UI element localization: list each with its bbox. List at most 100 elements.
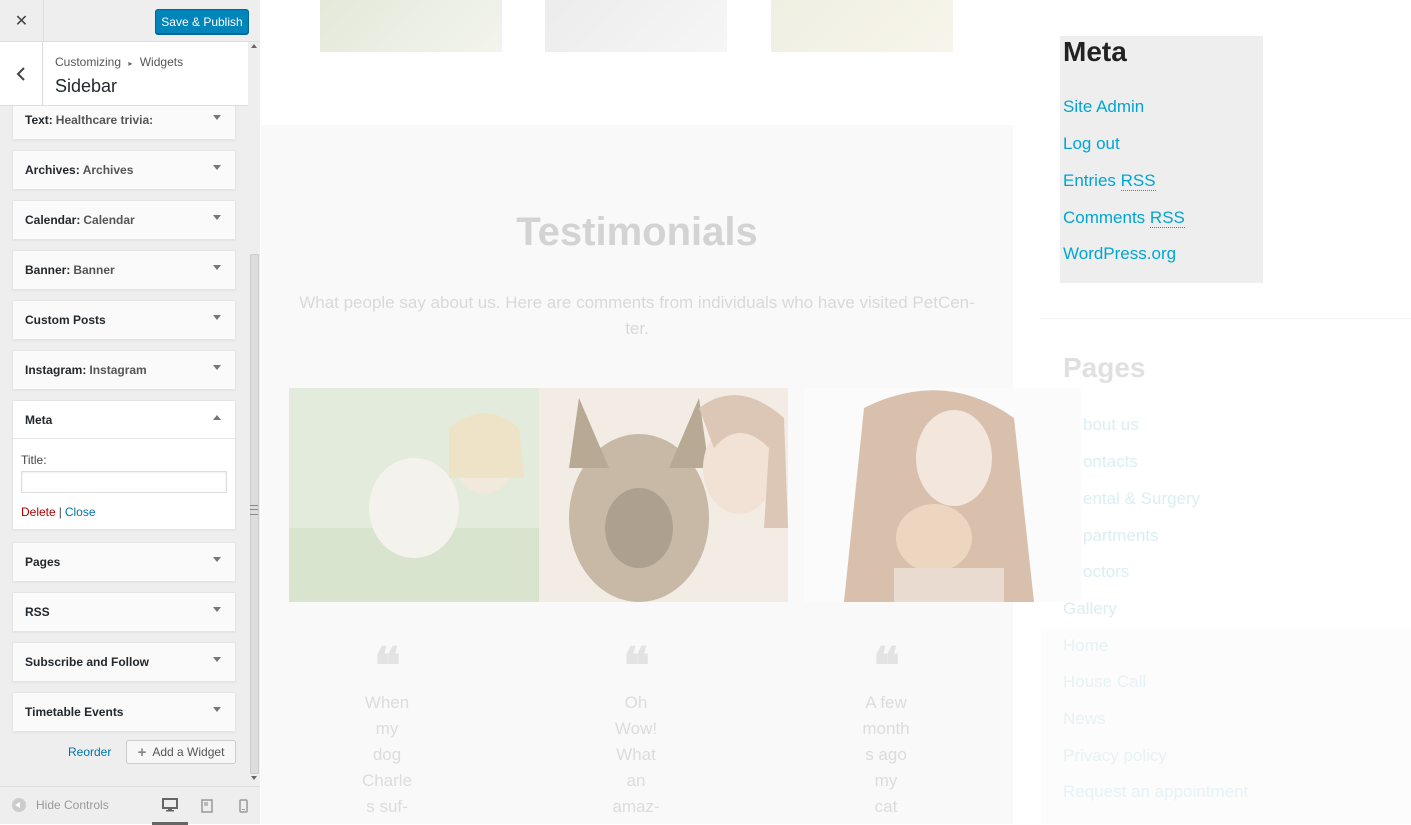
widget-type: RSS	[25, 605, 50, 619]
comments-rss-link[interactable]: Comments RSS	[1063, 208, 1185, 228]
page-link[interactable]: News	[1063, 709, 1106, 729]
hide-controls-label: Hide Controls	[36, 798, 109, 812]
testimonial-photo-dog	[289, 388, 539, 602]
resize-handle[interactable]	[250, 505, 258, 515]
widget-header[interactable]: Text: Healthcare trivia:	[13, 106, 235, 139]
wordpress-org-link[interactable]: WordPress.org	[1063, 244, 1176, 264]
page-link[interactable]: Privacy policy	[1063, 746, 1167, 766]
scroll-down-arrow-icon[interactable]	[251, 776, 257, 780]
customizer-panel: ✕ Save & Publish Customizing ▸ Widgets S…	[0, 0, 261, 825]
scroll-up-arrow-icon[interactable]	[251, 44, 257, 48]
gallery-image	[545, 0, 727, 52]
gallery-image	[771, 0, 953, 52]
widget-instagram[interactable]: Instagram: Instagram	[12, 350, 236, 390]
page-link[interactable]: partments	[1083, 526, 1159, 546]
page-link[interactable]: Request an appointment	[1063, 782, 1248, 802]
widget-text[interactable]: Text: Healthcare trivia:	[12, 106, 236, 140]
collapse-arrow-icon	[12, 798, 26, 812]
close-customizer-button[interactable]: ✕	[0, 0, 44, 42]
add-widget-label: Add a Widget	[152, 745, 225, 759]
breadcrumb-separator: ▸	[128, 59, 133, 68]
page-link[interactable]: octors	[1083, 562, 1129, 582]
save-publish-button[interactable]: Save & Publish	[155, 9, 249, 34]
caret-down-icon[interactable]	[213, 557, 221, 562]
widget-subscribe-follow[interactable]: Subscribe and Follow	[12, 642, 236, 682]
breadcrumb: Customizing ▸ Widgets	[55, 55, 183, 69]
testimonial-excerpt: Oh Wow! What an amaz-	[612, 693, 660, 816]
caret-down-icon[interactable]	[213, 115, 221, 120]
close-link[interactable]: Close	[65, 505, 96, 519]
page-link[interactable]: bout us	[1083, 415, 1139, 435]
widget-title: Instagram	[89, 363, 147, 377]
widget-meta[interactable]: Meta Title: Delete | Close	[12, 400, 236, 530]
caret-down-icon[interactable]	[213, 365, 221, 370]
testimonial-photo-cat	[804, 388, 1081, 602]
caret-up-icon[interactable]	[213, 415, 221, 420]
widget-header[interactable]: Banner: Banner	[13, 251, 235, 289]
title-input[interactable]	[21, 471, 227, 493]
reorder-link[interactable]: Reorder	[68, 745, 111, 759]
widget-timetable-events[interactable]: Timetable Events	[12, 692, 236, 732]
action-separator: |	[58, 505, 62, 519]
customizer-footer: Hide Controls	[0, 786, 261, 825]
pages-title: Pages	[1063, 352, 1146, 383]
breadcrumb-root: Customizing	[55, 55, 122, 69]
widget-header[interactable]: Timetable Events	[13, 693, 235, 731]
widget-header[interactable]: Calendar: Calendar	[13, 201, 235, 239]
page-link[interactable]: ontacts	[1083, 452, 1138, 472]
widget-pages[interactable]: Pages	[12, 542, 236, 582]
widget-header[interactable]: Subscribe and Follow	[13, 643, 235, 681]
widget-header[interactable]: Instagram: Instagram	[13, 351, 235, 389]
widget-custom-posts[interactable]: Custom Posts	[12, 300, 236, 340]
widget-header[interactable]: Pages	[13, 543, 235, 581]
caret-down-icon[interactable]	[213, 215, 221, 220]
customizer-header: ✕ Save & Publish	[0, 0, 260, 42]
hide-controls-button[interactable]: Hide Controls	[12, 798, 109, 812]
widget-type: Subscribe and Follow	[25, 655, 150, 669]
page-link[interactable]: ental & Surgery	[1083, 489, 1200, 509]
delete-link[interactable]: Delete	[21, 505, 56, 519]
widget-header[interactable]: Meta	[13, 401, 235, 439]
widget-header[interactable]: RSS	[13, 593, 235, 631]
site-preview[interactable]: Testimonials What people say about us. H…	[261, 0, 1411, 824]
widget-type: Instagram	[25, 363, 83, 377]
widget-title: Calendar	[83, 213, 135, 227]
widget-header[interactable]: Custom Posts	[13, 301, 235, 339]
widget-calendar[interactable]: Calendar: Calendar	[12, 200, 236, 240]
widget-rss[interactable]: RSS	[12, 592, 236, 632]
widget-banner[interactable]: Banner: Banner	[12, 250, 236, 290]
entries-rss-link[interactable]: Entries RSS	[1063, 171, 1156, 191]
caret-down-icon[interactable]	[213, 607, 221, 612]
widget-archives[interactable]: Archives: Archives	[12, 150, 236, 190]
widget-title: Archives	[82, 163, 134, 177]
widget-title: Banner	[73, 263, 115, 277]
site-admin-link[interactable]: Site Admin	[1063, 97, 1144, 117]
log-out-link[interactable]: Log out	[1063, 134, 1120, 154]
page-link[interactable]: House Call	[1063, 672, 1146, 692]
preview-tablet-button[interactable]	[189, 787, 225, 825]
widget-type: Archives	[25, 163, 76, 177]
page-link[interactable]: Home	[1063, 636, 1108, 656]
widget-type: Text	[25, 113, 49, 127]
testimonial-excerpt: A few month s ago my cat	[862, 693, 910, 816]
preview-desktop-button[interactable]	[152, 787, 188, 825]
caret-down-icon[interactable]	[213, 165, 221, 170]
widget-header[interactable]: Archives: Archives	[13, 151, 235, 189]
widget-title: Healthcare trivia:	[55, 113, 154, 127]
gallery-image	[320, 0, 502, 52]
preview-mobile-button[interactable]	[225, 787, 261, 825]
caret-down-icon[interactable]	[213, 265, 221, 270]
widget-type: Custom Posts	[25, 313, 106, 327]
section-title: Sidebar	[55, 76, 118, 96]
back-button[interactable]	[0, 42, 43, 106]
add-widget-button[interactable]: + Add a Widget	[126, 740, 236, 764]
caret-down-icon[interactable]	[213, 657, 221, 662]
caret-down-icon[interactable]	[213, 707, 221, 712]
widget-type: Banner	[25, 263, 67, 277]
caret-down-icon[interactable]	[213, 315, 221, 320]
testimonials-title: Testimonials	[516, 210, 758, 254]
page-link[interactable]: Gallery	[1063, 599, 1117, 619]
testimonials-subtitle: What people say about us. Here are comme…	[299, 293, 975, 338]
widget-type: Timetable Events	[25, 705, 124, 719]
panel-scrollbar[interactable]	[249, 42, 260, 786]
